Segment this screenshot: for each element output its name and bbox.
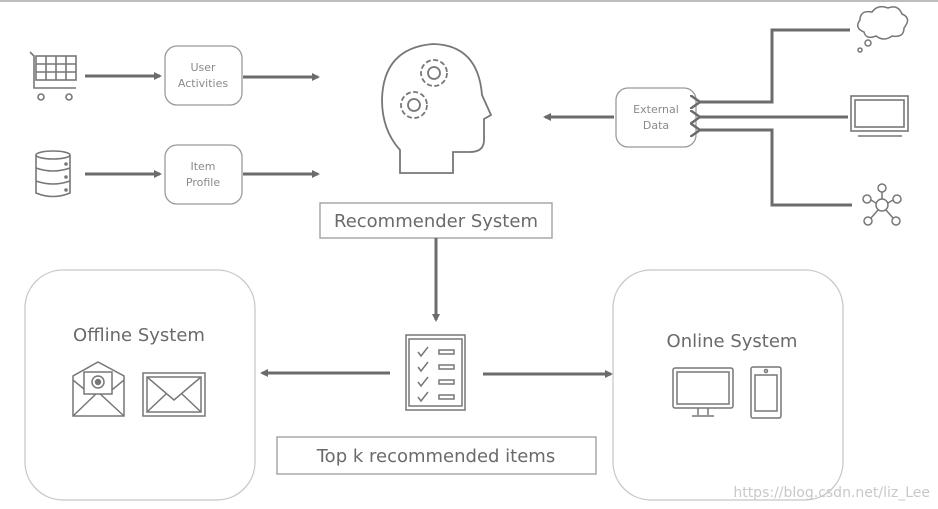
shopping-cart-icon (29, 51, 77, 101)
user-activities-line1: User (190, 61, 216, 74)
top-k-box: Top k recommended items (276, 436, 597, 475)
recommender-diagram: User Activities Item Profile Recommender… (0, 0, 938, 501)
cloud-thought-icon (857, 5, 909, 53)
online-system-panel: Online System (612, 269, 844, 501)
checklist-icon (405, 334, 466, 411)
head-gears-icon (381, 43, 493, 174)
external-data-line2: Data (643, 119, 669, 132)
monitor-icon (850, 95, 909, 137)
recommender-system-box: Recommender System (319, 202, 553, 239)
item-profile-line2: Profile (186, 176, 220, 189)
external-data-line1: External (633, 103, 679, 116)
external-data-box: External Data (615, 87, 697, 148)
network-icon (862, 183, 902, 226)
database-icon (35, 150, 71, 198)
item-profile-line1: Item (190, 160, 215, 173)
recommender-system-label: Recommender System (334, 211, 538, 232)
offline-system-panel: Offline System (24, 269, 256, 501)
user-activities-box: User Activities (164, 45, 243, 106)
online-system-label: Online System (667, 331, 798, 352)
top-border (0, 0, 938, 2)
item-profile-box: Item Profile (164, 144, 243, 205)
line-network-to-external (700, 130, 852, 207)
line-cloud-to-external (700, 28, 850, 102)
offline-system-label: Offline System (73, 325, 205, 346)
watermark: https://blog.csdn.net/liz_Lee (733, 485, 930, 501)
user-activities-line2: Activities (178, 77, 228, 90)
top-k-label: Top k recommended items (316, 446, 555, 467)
